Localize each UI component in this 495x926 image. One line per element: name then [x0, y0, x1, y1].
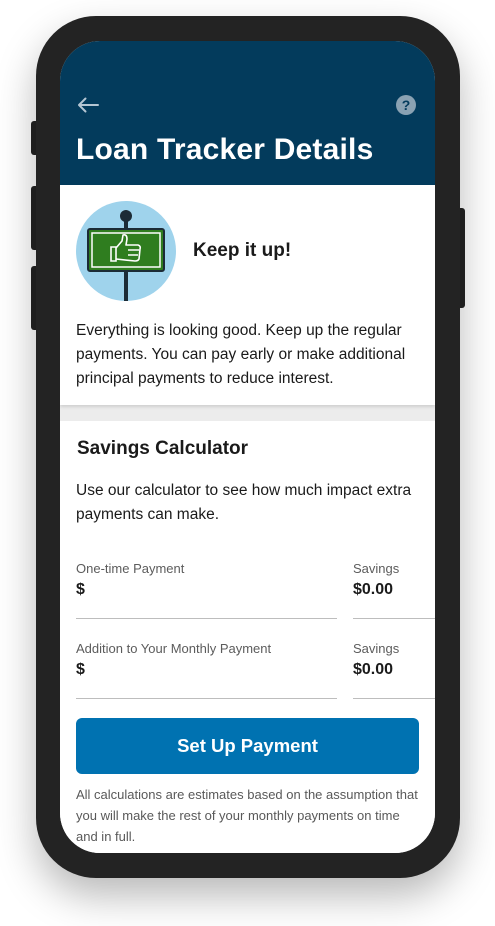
- status-heading: Keep it up!: [193, 240, 292, 261]
- back-button[interactable]: [74, 93, 102, 117]
- monthly-addition-field[interactable]: Addition to Your Monthly Payment $: [76, 637, 337, 699]
- field-label: One-time Payment: [76, 561, 185, 576]
- question-mark-icon: ?: [401, 97, 411, 113]
- one-time-payment-field[interactable]: One-time Payment $: [76, 557, 337, 619]
- savings-label: Savings: [353, 641, 400, 656]
- savings-value: $0.00: [353, 661, 394, 678]
- one-time-savings: Savings $0.00: [353, 557, 435, 619]
- app-screen: ? Loan Tracker Details Keep it up! Every…: [60, 41, 435, 853]
- field-value: $: [76, 661, 85, 678]
- savings-value: $0.00: [353, 581, 394, 598]
- status-message: Everything is looking good. Keep up the …: [76, 322, 406, 387]
- savings-label: Savings: [353, 561, 400, 576]
- disclaimer-text: All calculations are estimates based on …: [76, 787, 418, 844]
- field-label: Addition to Your Monthly Payment: [76, 641, 272, 656]
- calculator-description: Use our calculator to see how much impac…: [76, 482, 412, 523]
- field-value: $: [76, 581, 85, 598]
- app-header: ? Loan Tracker Details: [60, 41, 435, 185]
- savings-calculator-card: Savings Calculator Use our calculator to…: [60, 421, 435, 853]
- page-title: Loan Tracker Details: [76, 133, 374, 166]
- thumbs-up-sign-icon: [76, 201, 176, 301]
- calculator-title: Savings Calculator: [77, 438, 249, 459]
- monthly-savings: Savings $0.00: [353, 637, 435, 699]
- arrow-left-icon: [78, 97, 99, 113]
- set-up-payment-button[interactable]: Set Up Payment: [76, 718, 419, 774]
- help-button[interactable]: ?: [396, 95, 416, 115]
- status-card: Keep it up! Everything is looking good. …: [60, 185, 435, 405]
